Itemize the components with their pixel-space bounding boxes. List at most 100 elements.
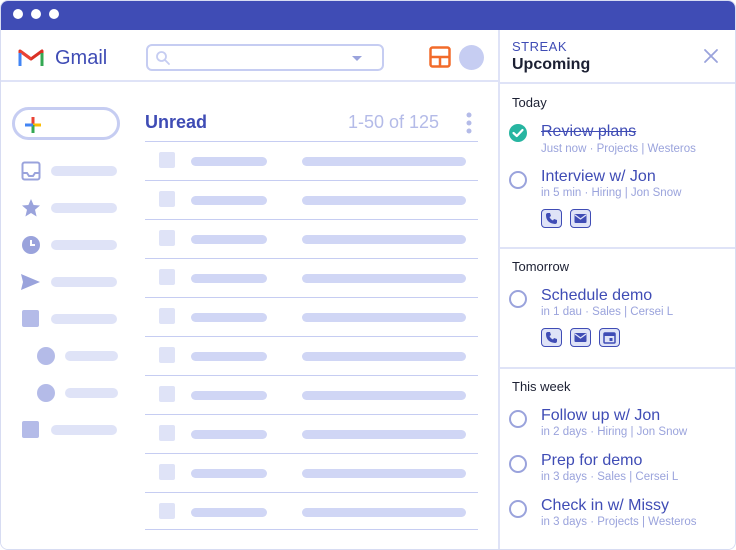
folder-icon[interactable]: [22, 421, 39, 438]
task-meta: in 5 min · Hiring | Jon Snow: [541, 187, 682, 199]
window-dot: [31, 9, 41, 19]
email-row[interactable]: [145, 219, 478, 257]
row-sender: [191, 508, 267, 517]
email-row[interactable]: [145, 180, 478, 218]
send-icon[interactable]: [20, 272, 40, 292]
task-meta: in 1 dau · Sales | Cersei L: [541, 306, 674, 318]
row-sender: [191, 235, 267, 244]
row-subject: [302, 235, 466, 244]
gmail-logo-icon[interactable]: [18, 47, 44, 67]
task-checkbox[interactable]: [509, 171, 527, 189]
row-checkbox[interactable]: [159, 503, 175, 519]
avatar[interactable]: [459, 45, 484, 70]
task-checkbox[interactable]: [509, 500, 527, 518]
calendar-icon: [603, 332, 616, 344]
task-checkbox[interactable]: [509, 410, 527, 428]
task-meta: in 3 days · Sales | Cersei L: [541, 471, 679, 483]
sidebar-item-label[interactable]: [65, 388, 118, 398]
title-bar: [1, 1, 735, 30]
streak-brand: STREAK: [512, 39, 568, 54]
row-checkbox[interactable]: [159, 230, 175, 246]
streak-panel: STREAK Upcoming Today Review plans Just …: [498, 30, 735, 549]
clock-icon[interactable]: [21, 235, 41, 255]
task-title[interactable]: Review plans: [541, 123, 636, 141]
mail-icon: [574, 214, 587, 223]
section-tomorrow: Tomorrow: [512, 259, 570, 274]
task-title[interactable]: Interview w/ Jon: [541, 168, 656, 186]
email-row[interactable]: [145, 141, 478, 179]
email-row[interactable]: [145, 453, 478, 491]
layout-icon[interactable]: [429, 46, 451, 68]
row-sender: [191, 391, 267, 400]
row-checkbox[interactable]: [159, 425, 175, 441]
gmail-wordmark: Gmail: [55, 47, 108, 69]
row-subject: [302, 157, 466, 166]
app-window: Gmail Unread 1-50 of 125 STREAK Upcoming…: [0, 0, 736, 550]
row-sender: [191, 274, 267, 283]
phone-action-button[interactable]: [541, 209, 562, 228]
row-checkbox[interactable]: [159, 191, 175, 207]
row-checkbox[interactable]: [159, 347, 175, 363]
gmail-pane: Gmail Unread 1-50 of 125: [1, 30, 498, 549]
sidebar-item-sent[interactable]: [51, 277, 117, 287]
row-subject: [302, 469, 466, 478]
email-action-button[interactable]: [570, 209, 591, 228]
email-row[interactable]: [145, 336, 478, 374]
label-dot-icon[interactable]: [37, 347, 55, 365]
row-subject: [302, 352, 466, 361]
email-row[interactable]: [145, 492, 478, 530]
task-title[interactable]: Follow up w/ Jon: [541, 407, 660, 425]
task-done-check[interactable]: [509, 124, 527, 142]
task-meta: in 3 days · Projects | Westeros: [541, 516, 697, 528]
task-title[interactable]: Schedule demo: [541, 287, 652, 305]
row-subject: [302, 196, 466, 205]
search-input[interactable]: [146, 44, 384, 71]
row-checkbox[interactable]: [159, 269, 175, 285]
email-row[interactable]: [145, 297, 478, 335]
label-dot-icon[interactable]: [37, 384, 55, 402]
task-title[interactable]: Check in w/ Missy: [541, 497, 669, 515]
phone-action-button[interactable]: [541, 328, 562, 347]
row-checkbox[interactable]: [159, 464, 175, 480]
row-sender: [191, 196, 267, 205]
row-checkbox[interactable]: [159, 386, 175, 402]
row-sender: [191, 157, 267, 166]
row-subject: [302, 508, 466, 517]
sidebar-item-inbox[interactable]: [51, 166, 117, 176]
plus-icon: [25, 117, 41, 133]
gmail-topbar: Gmail: [1, 30, 498, 82]
pagination-range: 1-50 of 125: [348, 112, 440, 132]
inbox-icon[interactable]: [21, 161, 41, 181]
star-icon[interactable]: [21, 198, 41, 218]
calendar-action-button[interactable]: [599, 328, 620, 347]
close-icon[interactable]: [703, 48, 719, 64]
sidebar-item-folder[interactable]: [51, 425, 117, 435]
sidebar-item-folder[interactable]: [51, 314, 117, 324]
task-checkbox[interactable]: [509, 455, 527, 473]
email-row[interactable]: [145, 414, 478, 452]
panel-title: Upcoming: [512, 56, 591, 73]
divider: [500, 247, 735, 249]
row-checkbox[interactable]: [159, 308, 175, 324]
row-sender: [191, 430, 267, 439]
sidebar-item-label[interactable]: [65, 351, 118, 361]
task-checkbox[interactable]: [509, 290, 527, 308]
task-title[interactable]: Prep for demo: [541, 452, 642, 470]
divider: [500, 367, 735, 369]
compose-button[interactable]: [12, 107, 120, 140]
row-sender: [191, 313, 267, 322]
section-this-week: This week: [512, 379, 571, 394]
task-meta: in 2 days · Hiring | Jon Snow: [541, 426, 688, 438]
row-subject: [302, 430, 466, 439]
sidebar-item-starred[interactable]: [51, 203, 117, 213]
email-action-button[interactable]: [570, 328, 591, 347]
row-sender: [191, 352, 267, 361]
phone-icon: [546, 213, 557, 224]
email-row[interactable]: [145, 258, 478, 296]
sidebar-item-snoozed[interactable]: [51, 240, 117, 250]
email-row[interactable]: [145, 375, 478, 413]
folder-icon[interactable]: [22, 310, 39, 327]
more-vertical-icon[interactable]: [466, 112, 472, 134]
row-checkbox[interactable]: [159, 152, 175, 168]
chevron-down-icon[interactable]: [352, 56, 362, 61]
